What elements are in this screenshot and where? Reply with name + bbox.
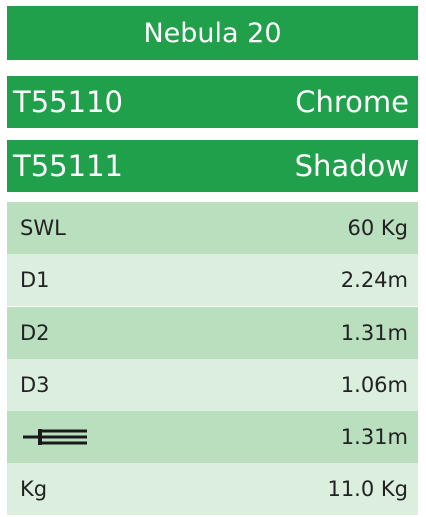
product-title-band: Nebula 20 [7,6,418,60]
variant-finish: Chrome [295,85,409,119]
spec-row-weight: Kg 11.0 Kg [7,463,418,515]
spec-value: 1.31m [340,425,408,449]
spec-label: D3 [20,373,50,397]
spec-label: SWL [20,216,66,240]
spec-label: D2 [20,321,50,345]
product-title: Nebula 20 [143,17,282,49]
spec-row-swl: SWL 60 Kg [7,202,418,254]
spec-card: Nebula 20 T55110 Chrome T55111 Shadow SW… [0,0,426,517]
spec-row-d3: D3 1.06m [7,359,418,411]
spec-value: 11.0 Kg [327,477,408,501]
spec-row-rod-length: 1.31m [7,411,418,463]
variant-code: T55110 [13,85,123,119]
spec-row-d1: D1 2.24m [7,254,418,306]
spec-row-d2: D2 1.31m [7,307,418,359]
spec-value: 2.24m [340,268,408,292]
variant-row-shadow: T55111 Shadow [7,140,418,192]
variant-row-chrome: T55110 Chrome [7,76,418,128]
spec-value: 60 Kg [347,216,409,240]
variant-code: T55111 [13,149,123,183]
spec-label: Kg [20,477,48,501]
spec-value: 1.06m [340,373,408,397]
rod-length-icon [20,427,90,447]
variant-finish: Shadow [294,149,409,183]
spec-value: 1.31m [340,321,408,345]
spec-label: D1 [20,268,50,292]
